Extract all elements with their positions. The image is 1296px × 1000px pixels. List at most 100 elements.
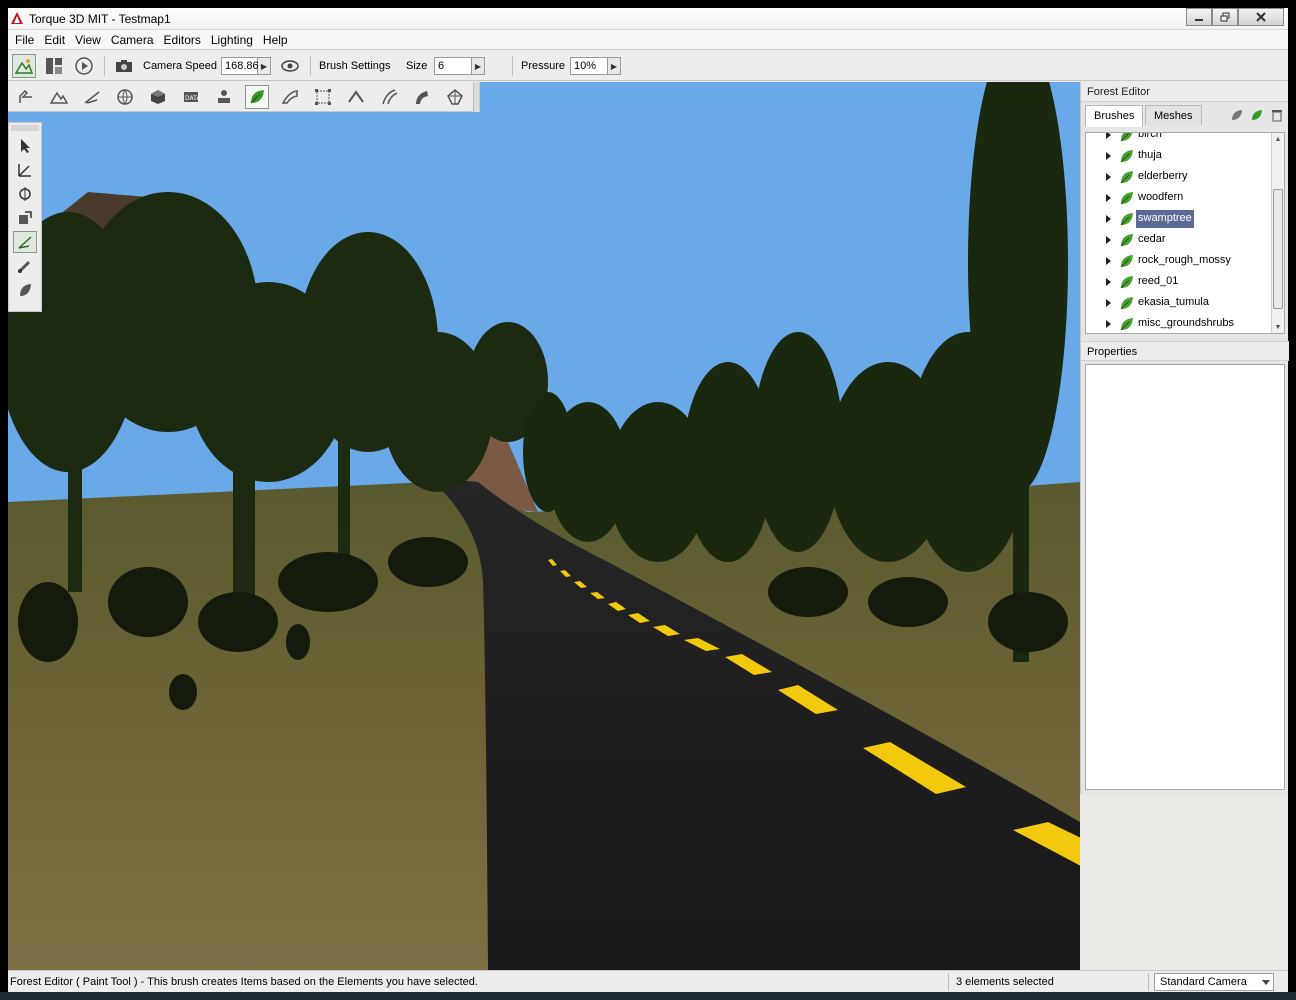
camera-mode-select[interactable]: Standard Camera (1154, 973, 1274, 991)
rotate-tool[interactable] (13, 183, 37, 205)
brush-item-cedar[interactable]: cedar (1086, 230, 1272, 250)
scroll-thumb[interactable] (1273, 189, 1283, 309)
tab-brushes[interactable]: Brushes (1085, 105, 1144, 127)
sketch-tool[interactable] (146, 85, 170, 109)
pressure-input[interactable]: 10% (570, 57, 608, 75)
expand-arrow-icon[interactable] (1106, 173, 1111, 181)
particle-editor-tool[interactable] (212, 85, 236, 109)
expand-arrow-icon[interactable] (1106, 133, 1111, 139)
paint-tool[interactable] (13, 231, 37, 253)
menu-camera[interactable]: Camera (106, 30, 159, 49)
brush-tree[interactable]: birch thuja elderberry woodfern swamptre (1085, 132, 1285, 334)
expand-arrow-icon[interactable] (1106, 236, 1111, 244)
brush-item-birch[interactable]: birch (1086, 133, 1272, 145)
brush-item-rock-rough-mossy[interactable]: rock_rough_mossy (1086, 251, 1272, 271)
road-editor-tool[interactable] (377, 85, 401, 109)
delete-button[interactable] (1269, 107, 1285, 123)
torque-logo-icon (11, 12, 23, 24)
terrain-editor-tool[interactable] (47, 85, 71, 109)
size-input[interactable]: 6 (434, 57, 472, 75)
material-editor-tool[interactable] (113, 85, 137, 109)
size-slider-button[interactable]: ▶ (472, 57, 485, 75)
menu-view[interactable]: View (70, 30, 106, 49)
menu-edit[interactable]: Edit (39, 30, 70, 49)
brush-item-woodfern[interactable]: woodfern (1086, 188, 1272, 208)
minimize-button[interactable] (1186, 8, 1212, 26)
toolbar-grip[interactable] (473, 82, 479, 112)
erase-selected-tool[interactable] (13, 279, 37, 301)
erase-tool[interactable] (13, 255, 37, 277)
rotate-icon (19, 187, 31, 201)
select-tool[interactable] (13, 135, 37, 157)
3d-viewport[interactable] (8, 82, 1080, 970)
menu-editors[interactable]: Editors (159, 30, 206, 49)
chevron-down-icon (1262, 980, 1270, 985)
camera-speed-input[interactable]: 168.86 (221, 57, 259, 75)
play-game-button[interactable] (72, 54, 96, 78)
world-editor-button[interactable] (12, 54, 36, 78)
brush-item-label: misc_groundshrubs (1138, 317, 1234, 329)
scroll-down-icon[interactable]: ▼ (1272, 321, 1284, 333)
new-brush-button[interactable] (1229, 107, 1245, 123)
brush-tree-scrollbar[interactable]: ▲ ▼ (1271, 133, 1284, 333)
pressure-slider-button[interactable]: ▶ (608, 57, 621, 75)
road-mesh-icon (281, 90, 298, 104)
restore-button[interactable] (1212, 8, 1238, 26)
river-editor-tool[interactable] (344, 85, 368, 109)
brush-item-thuja[interactable]: thuja (1086, 146, 1272, 166)
scale-tool[interactable] (13, 207, 37, 229)
toolbar-separator (310, 56, 311, 76)
new-element-button[interactable] (1249, 107, 1265, 123)
brush-item-swamptree[interactable]: swamptree (1086, 209, 1272, 229)
svg-text:DATA: DATA (185, 95, 200, 102)
datablock-editor-tool[interactable]: DATA (179, 85, 203, 109)
forest-editor-tool[interactable] (245, 85, 269, 109)
expand-arrow-icon[interactable] (1106, 152, 1111, 160)
mesh-road-editor-tool[interactable] (278, 85, 302, 109)
erase-icon (18, 260, 31, 273)
camera-speed-slider-button[interactable]: ▶ (258, 57, 271, 75)
object-editor-tool[interactable] (14, 85, 38, 109)
new-element-icon (1252, 110, 1262, 120)
selection-count: 3 elements selected (956, 976, 1054, 988)
brush-item-ekasia-tumula[interactable]: ekasia_tumula (1086, 293, 1272, 313)
palette-grip[interactable] (11, 125, 39, 131)
scroll-up-icon[interactable]: ▲ (1272, 133, 1284, 145)
expand-arrow-icon[interactable] (1106, 299, 1111, 307)
camera-button[interactable] (112, 54, 136, 78)
properties-inspector[interactable] (1085, 364, 1285, 790)
brush-item-reed-01[interactable]: reed_01 (1086, 272, 1272, 292)
close-button[interactable] (1238, 8, 1284, 26)
status-separator (1148, 973, 1149, 991)
panel-tabs: Brushes Meshes (1081, 105, 1288, 127)
shape-editor-tool[interactable] (443, 85, 467, 109)
forest-tools-palette (8, 122, 42, 312)
decal-editor-tool[interactable] (311, 85, 335, 109)
leaf-icon (1120, 192, 1133, 205)
brush-item-label: thuja (1138, 149, 1162, 161)
expand-arrow-icon[interactable] (1106, 215, 1111, 223)
minimize-icon (1195, 19, 1203, 21)
arrow-right-icon: ▶ (474, 61, 482, 71)
visibility-button[interactable] (278, 54, 302, 78)
brush-item-misc-groundshrubs[interactable]: misc_groundshrubs (1086, 314, 1272, 333)
leaf-icon (1120, 234, 1133, 247)
expand-arrow-icon[interactable] (1106, 257, 1111, 265)
leaf-icon (1120, 318, 1133, 331)
gui-editor-button[interactable] (42, 54, 66, 78)
menu-help[interactable]: Help (258, 30, 293, 49)
navmesh-editor-tool[interactable] (410, 85, 434, 109)
expand-arrow-icon[interactable] (1106, 320, 1111, 328)
move-tool[interactable] (13, 159, 37, 181)
leaf-icon (1120, 133, 1133, 142)
leaf-icon (1120, 276, 1133, 289)
tab-meshes[interactable]: Meshes (1145, 105, 1202, 125)
menu-lighting[interactable]: Lighting (206, 30, 258, 49)
move-icon (18, 164, 31, 177)
terrain-painter-tool[interactable] (80, 85, 104, 109)
menu-file[interactable]: File (10, 30, 39, 49)
expand-arrow-icon[interactable] (1106, 278, 1111, 286)
brush-item-elderberry[interactable]: elderberry (1086, 167, 1272, 187)
expand-arrow-icon[interactable] (1106, 194, 1111, 202)
pressure-label: Pressure (521, 60, 566, 72)
